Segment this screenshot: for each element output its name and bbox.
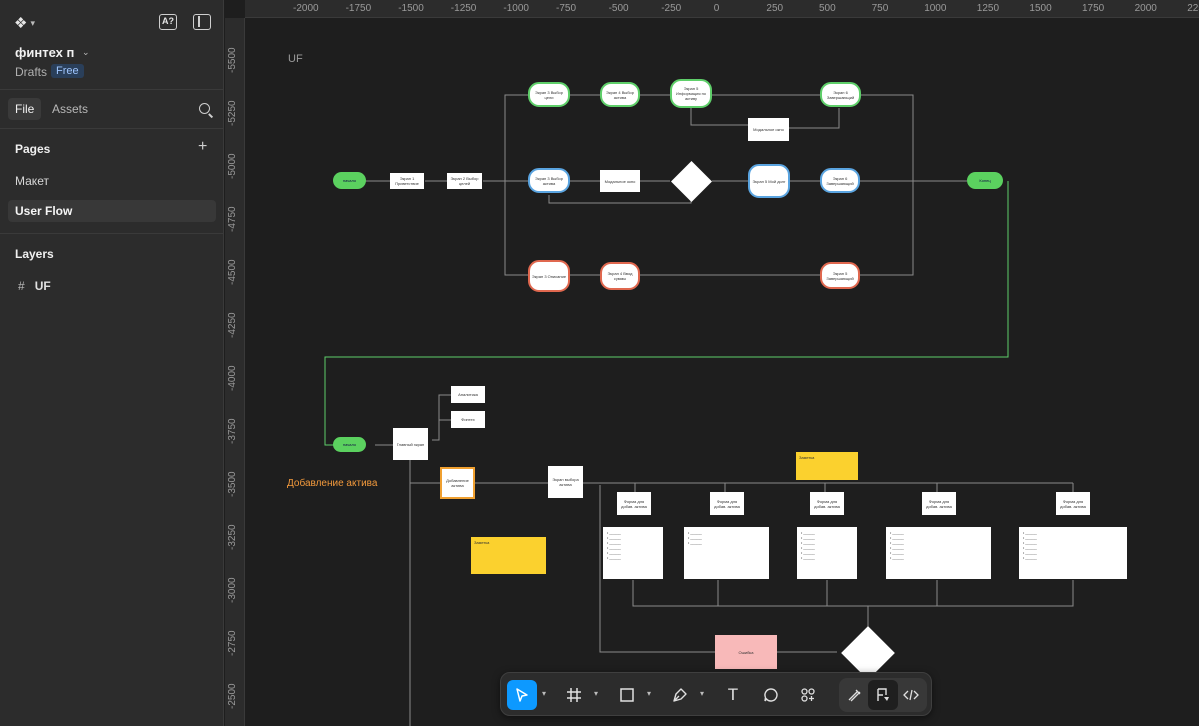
flow-screen-node[interactable]: Форма для добав. актива: [1056, 492, 1090, 515]
flow-screen-node[interactable]: Форма для добав. актива: [810, 492, 844, 515]
flow-screen-node[interactable]: Экран 2 Выбор целей: [447, 173, 482, 189]
toggle-sidebar-icon[interactable]: [193, 14, 211, 30]
comment-tool-button[interactable]: [756, 680, 786, 710]
flow-start-node[interactable]: начало: [333, 172, 366, 189]
figma-app: ❖ ▾ A? финтех п ⌄ Drafts Free File Asset…: [0, 0, 1199, 726]
flow-end-node[interactable]: Конец: [967, 172, 1003, 189]
design-mode-button[interactable]: [868, 680, 898, 710]
flow-screen-node[interactable]: Экран 3 Описание: [528, 260, 570, 292]
chevron-down-icon[interactable]: ▾: [647, 689, 651, 698]
rectangle-icon: [620, 688, 634, 702]
sticky-note[interactable]: Заметка: [796, 452, 858, 480]
tab-assets[interactable]: Assets: [45, 98, 95, 120]
canvas[interactable]: -2000 -1750 -1500 -1250 -1000 -750 -500 -250 0 25…: [225, 0, 1199, 726]
pages-title: Pages: [15, 142, 51, 156]
search-icon[interactable]: [199, 103, 210, 114]
text-icon: T: [727, 685, 739, 704]
layer-label: UF: [34, 279, 51, 293]
page-item-user-flow[interactable]: User Flow: [8, 200, 216, 222]
page-item-maket[interactable]: Макет: [8, 170, 216, 192]
plan-badge: Free: [51, 64, 84, 78]
flow-start-node[interactable]: начало: [333, 437, 366, 452]
flow-screen-node[interactable]: Форма для добав. актива: [710, 492, 744, 515]
flow-screen-node[interactable]: Экран 5 Информация по активу: [670, 79, 712, 108]
flow-modal-node[interactable]: Модальное окно: [748, 118, 789, 141]
flow-screen-node[interactable]: Экран 3 Выбор актива: [528, 168, 570, 193]
file-menu-chevron-icon[interactable]: ⌄: [82, 47, 90, 58]
move-tool-button[interactable]: [507, 680, 537, 710]
flow-screen-node[interactable]: Экран 4 Выбор актива: [600, 82, 640, 107]
figma-logo-icon: ❖: [14, 15, 28, 32]
form-fields-card[interactable]: • ______ • ______ • ______ • ______ • ______…: [1019, 527, 1127, 579]
chevron-down-icon: ▾: [30, 17, 35, 28]
dev-mode-button[interactable]: [896, 680, 926, 710]
form-fields-card[interactable]: • ______ • ______ • ______ • ______ • ______…: [886, 527, 991, 579]
flow-screen-node[interactable]: Экран выбора актива: [548, 466, 583, 498]
code-icon: [903, 689, 919, 701]
frame-icon: #: [18, 279, 25, 293]
sticky-note[interactable]: Заметка: [471, 537, 546, 574]
chevron-down-icon[interactable]: ▾: [594, 689, 598, 698]
flow-screen-node[interactable]: Экран 6 Завершающий: [820, 168, 860, 193]
draw-mode-button[interactable]: [840, 680, 870, 710]
sidebar-header: ❖ ▾ A?: [0, 0, 223, 46]
flow-screen-node[interactable]: Экран 3 Выбор цели: [528, 82, 570, 107]
flow-screen-node[interactable]: Форма для добав. актива: [922, 492, 956, 515]
flow-screen-node[interactable]: Экран 5 Завершающий: [820, 262, 860, 289]
form-fields-card[interactable]: • ______ • ______ • ______: [684, 527, 769, 579]
divider: [0, 233, 224, 234]
flow-screen-node[interactable]: Аналитика: [451, 386, 485, 403]
draw-icon: [848, 689, 861, 702]
divider: [0, 89, 224, 90]
add-page-icon[interactable]: +: [198, 139, 207, 155]
pen-icon: [673, 688, 687, 702]
flow-screen-node[interactable]: Экран 1 Приветствие: [390, 173, 424, 189]
flow-connectors: [324, 94, 1074, 726]
divider: [0, 128, 224, 129]
left-sidebar: ❖ ▾ A? финтех п ⌄ Drafts Free File Asset…: [0, 0, 224, 726]
form-fields-card[interactable]: • ______ • ______ • ______ • ______ • ______…: [797, 527, 857, 579]
chevron-down-icon[interactable]: ▾: [700, 689, 704, 698]
flow-screen-node[interactable]: Финтех: [451, 411, 485, 428]
actions-icon: [801, 688, 815, 702]
actions-tool-button[interactable]: [793, 680, 823, 710]
drafts-location[interactable]: Drafts: [15, 65, 47, 79]
flow-modal-node[interactable]: Модальное окно: [600, 170, 640, 192]
file-name[interactable]: финтех п: [15, 45, 74, 60]
bottom-toolbar: ▾ ▾ ▾ ▾ T: [500, 672, 932, 716]
layers-title: Layers: [15, 247, 54, 261]
chevron-down-icon[interactable]: ▾: [542, 689, 546, 698]
flow-screen-node[interactable]: Добавление актива: [440, 467, 475, 499]
frame-tool-button[interactable]: [559, 680, 589, 710]
ai-assist-icon[interactable]: A?: [159, 14, 177, 30]
form-fields-card[interactable]: • ______ • ______ • ______ • ______ • ______…: [603, 527, 663, 579]
main-menu-button[interactable]: ❖ ▾: [14, 14, 38, 32]
flow-screen-node[interactable]: Экран 6 Завершающий: [820, 82, 861, 107]
error-state-node[interactable]: Ошибка: [715, 635, 777, 669]
shape-tool-button[interactable]: [612, 680, 642, 710]
design-icon: [877, 688, 889, 701]
flow-screen-node[interactable]: Главный экран: [393, 428, 428, 460]
pen-tool-button[interactable]: [665, 680, 695, 710]
flow-screen-node[interactable]: Экран 5 Мой долг: [748, 164, 790, 198]
frame-icon: [567, 688, 581, 702]
text-tool-button[interactable]: T: [718, 680, 748, 710]
tab-file[interactable]: File: [8, 98, 42, 120]
flow-screen-node[interactable]: Форма для добав. актива: [617, 492, 651, 515]
comment-icon: [764, 688, 778, 702]
cursor-icon: [516, 688, 528, 702]
layer-item-uf[interactable]: # UF: [18, 279, 51, 293]
flow-screen-node[interactable]: Экран 4 Ввод суммы: [600, 262, 640, 290]
